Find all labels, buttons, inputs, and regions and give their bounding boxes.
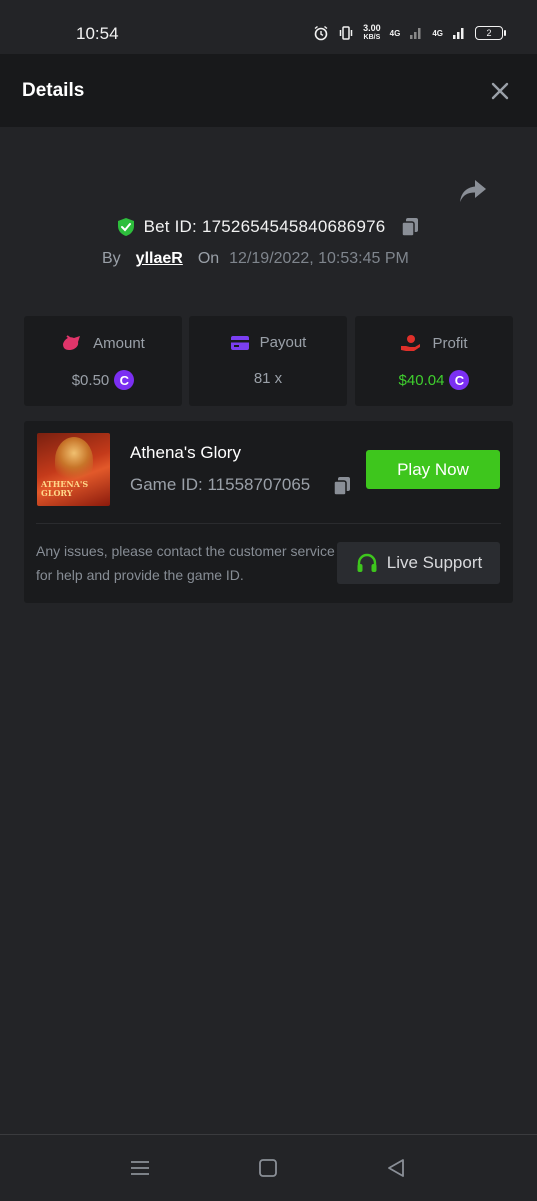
alarm-icon — [314, 25, 328, 41]
payout-value: 81 x — [253, 370, 283, 387]
speed-unit: KB/S — [363, 34, 381, 41]
game-id-value: 11558707065 — [207, 475, 311, 494]
amount-value: $0.50 — [71, 371, 110, 389]
payout-label: Payout — [259, 334, 307, 351]
live-support-label: Live Support — [386, 553, 483, 572]
menu-icon[interactable] — [129, 1157, 151, 1179]
copy-game-id-icon[interactable] — [331, 475, 353, 497]
net-speed: 3.00 KB/S — [363, 24, 381, 42]
profit-hand-icon — [401, 335, 421, 351]
game-name: Athena's Glory — [130, 443, 241, 462]
game-card: ATHENA'S GLORY Athena's Glory Game ID: 1… — [24, 421, 513, 603]
bet-id-row: Bet ID: 1752654545840686976 — [0, 216, 537, 238]
payout-card: Payout 81 x — [189, 316, 347, 406]
by-label: By — [102, 250, 121, 267]
profit-value-row: $40.04 C — [355, 370, 513, 390]
signal-icon-2 — [453, 28, 464, 39]
amount-icon — [63, 335, 81, 350]
game-id-row: Game ID: 11558707065 — [130, 475, 310, 495]
details-header: Details — [0, 54, 537, 127]
thumbnail-logo-line2: GLORY — [41, 488, 73, 498]
profit-value: $40.04 — [398, 371, 445, 389]
home-icon[interactable] — [257, 1157, 279, 1179]
bet-date: 12/19/2022, 10:53:45 PM — [229, 250, 409, 267]
coin-icon: C — [449, 370, 470, 390]
system-nav-bar — [0, 1134, 537, 1201]
profit-label: Profit — [432, 334, 468, 352]
divider — [36, 523, 501, 524]
on-label: On — [197, 250, 220, 267]
status-time: 10:54 — [76, 24, 119, 43]
bet-meta: By yllaeR On 12/19/2022, 10:53:45 PM — [102, 250, 409, 268]
live-support-button[interactable]: Live Support — [337, 542, 500, 584]
net-type-2: 4G — [432, 28, 443, 38]
payout-head: Payout — [189, 334, 347, 351]
net-type-1: 4G — [389, 28, 401, 38]
amount-label: Amount — [93, 334, 145, 352]
page-title: Details — [22, 80, 85, 101]
verified-shield-icon — [117, 218, 134, 236]
payout-value-row: 81 x — [189, 370, 347, 387]
game-id-label: Game ID: — [130, 475, 203, 494]
back-icon[interactable] — [385, 1157, 407, 1179]
close-icon[interactable] — [489, 80, 511, 102]
thumbnail-logo: ATHENA'S GLORY — [41, 480, 88, 498]
profit-head: Profit — [355, 334, 513, 352]
user-link[interactable]: yllaeR — [136, 250, 183, 268]
play-now-button[interactable]: Play Now — [366, 450, 500, 489]
wallet-card-icon — [230, 335, 249, 350]
help-text: Any issues, please contact the customer … — [36, 543, 335, 583]
share-icon[interactable] — [459, 178, 487, 204]
coin-icon: C — [114, 370, 135, 390]
vibrate-icon — [339, 26, 353, 40]
amount-card: Amount $0.50 C — [24, 316, 182, 406]
amount-value-row: $0.50 C — [24, 370, 182, 390]
battery-icon: 2 — [475, 26, 506, 40]
bet-id-label: Bet ID: — [143, 217, 197, 236]
game-thumbnail[interactable]: ATHENA'S GLORY — [37, 433, 110, 506]
speed-value: 3.00 — [363, 23, 381, 33]
amount-head: Amount — [24, 334, 182, 352]
bet-id-value: 1752654545840686976 — [201, 217, 386, 236]
thumbnail-figure — [55, 437, 93, 483]
status-icons: 3.00 KB/S 4G 4G 2 — [313, 24, 506, 42]
signal-icon-1 — [410, 28, 421, 39]
copy-icon[interactable] — [399, 216, 421, 238]
status-bar: 10:54 3.00 KB/S 4G 4G 2 — [0, 0, 537, 54]
profit-card: Profit $40.04 C — [355, 316, 513, 406]
headset-icon — [357, 553, 377, 572]
